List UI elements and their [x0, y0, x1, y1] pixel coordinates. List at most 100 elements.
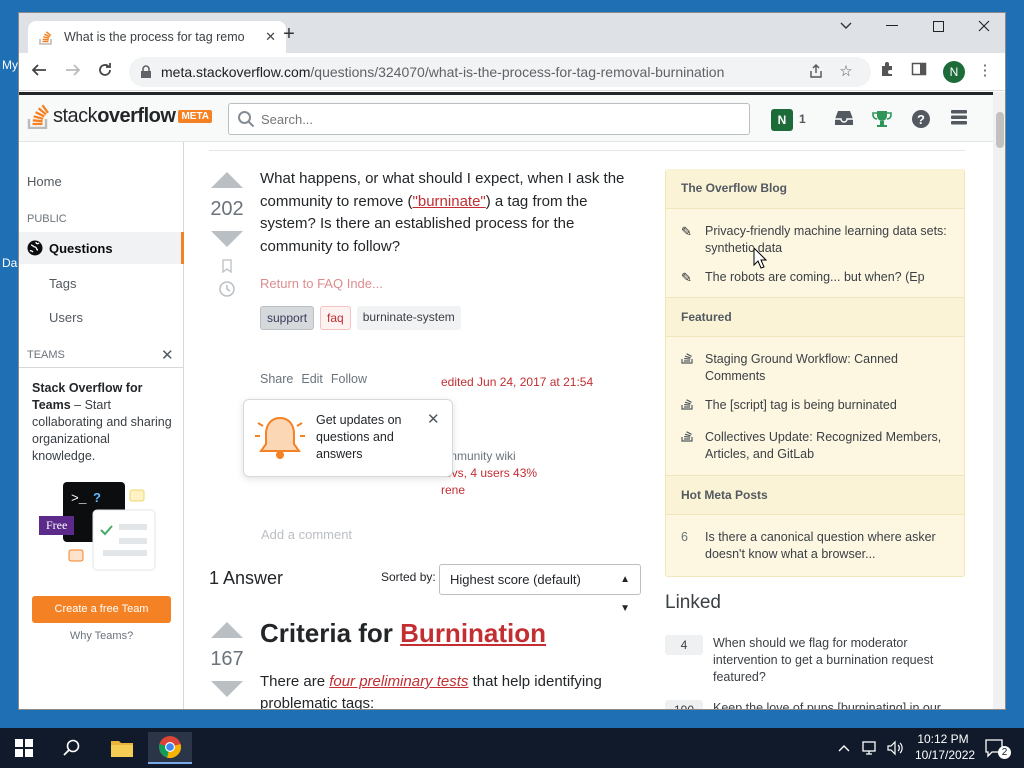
linked-score: 4 [665, 635, 703, 655]
forward-icon[interactable] [61, 61, 85, 83]
so-logo-icon [27, 104, 49, 129]
search-box[interactable] [228, 103, 750, 135]
back-icon[interactable] [27, 61, 51, 83]
nav-teams-heading: TEAMS [27, 349, 65, 361]
close-window-icon[interactable] [961, 13, 1005, 39]
taskbar-search-icon[interactable] [50, 732, 94, 764]
nav-questions[interactable]: Questions [19, 232, 184, 264]
minimize-icon[interactable] [869, 13, 915, 39]
share-icon[interactable] [807, 63, 825, 81]
menu-kebab-icon[interactable]: ⋮ [975, 61, 995, 81]
tag-faq[interactable]: faq [320, 306, 351, 330]
popover-close-icon[interactable]: ✕ [427, 410, 440, 428]
add-comment-link[interactable]: Add a comment [261, 527, 352, 542]
share-link[interactable]: Share [260, 372, 293, 386]
blog-item[interactable]: ✎ Privacy-friendly machine learning data… [681, 223, 953, 257]
featured-item[interactable]: Collectives Update: Recognized Members, … [681, 429, 953, 463]
featured-item[interactable]: The [script] tag is being burninated [681, 397, 953, 414]
tab-bar: What is the process for tag remo ✕ + [19, 13, 1005, 53]
windows-start-icon[interactable] [2, 732, 46, 764]
tab-close-icon[interactable]: ✕ [265, 29, 276, 45]
taskbar-clock[interactable]: 10:12 PM 10/17/2022 [915, 731, 975, 763]
extensions-icon[interactable] [877, 61, 897, 81]
side-panel-icon[interactable] [909, 61, 929, 81]
featured-heading: Featured [666, 297, 964, 337]
volume-icon[interactable] [886, 728, 904, 768]
meta-stack-icon [681, 429, 705, 463]
linked-heading: Linked [665, 592, 721, 613]
file-explorer-icon[interactable] [100, 732, 144, 764]
question-tags: support faq burninate-system [260, 306, 461, 330]
nav-users[interactable]: Users [49, 310, 83, 325]
site-switcher-icon[interactable] [948, 109, 970, 131]
chrome-taskbar-icon[interactable] [148, 732, 192, 764]
teams-close-icon[interactable]: ✕ [161, 346, 174, 364]
overflow-blog-widget: The Overflow Blog ✎ Privacy-friendly mac… [665, 169, 965, 577]
question-vote: 202 [209, 172, 245, 301]
linked-item[interactable]: 190 Keep the love of pups [burninating] … [665, 700, 965, 710]
scrollbar-thumb[interactable] [996, 112, 1004, 148]
faq-index-link[interactable]: Return to FAQ Inde... [260, 276, 383, 291]
new-tab-button[interactable]: + [279, 23, 299, 47]
blog-item[interactable]: ✎ The robots are coming... but when? (Ep [681, 269, 953, 286]
linked-text: Keep the love of pups [burninating] in o… [713, 701, 941, 710]
tray-chevron-icon[interactable] [838, 728, 850, 768]
post-actions: Share Edit Follow [260, 372, 367, 386]
search-icon [238, 111, 255, 128]
follow-link[interactable]: Follow [331, 372, 367, 386]
browser-tab[interactable]: What is the process for tag remo ✕ [28, 21, 286, 53]
nav-tags[interactable]: Tags [49, 276, 76, 291]
meta-stack-icon [681, 397, 705, 414]
help-icon[interactable]: ? [910, 109, 932, 131]
maximize-icon[interactable] [915, 13, 961, 39]
why-teams-link[interactable]: Why Teams? [32, 630, 171, 642]
divider [209, 150, 965, 151]
lock-icon [141, 65, 151, 78]
edited-info[interactable]: edited Jun 24, 2017 at 21:54 [441, 375, 593, 389]
network-icon[interactable] [862, 728, 880, 768]
profile-avatar[interactable]: N [943, 61, 965, 83]
select-caret-icon: ▲ ▼ [620, 574, 630, 614]
edit-link[interactable]: Edit [301, 372, 323, 386]
so-logo[interactable]: stackoverflow META [27, 103, 213, 129]
mouse-cursor-icon [753, 247, 767, 269]
burnination-link[interactable]: Burnination [400, 618, 546, 648]
tab-search-icon[interactable] [823, 13, 869, 39]
pencil-icon: ✎ [681, 224, 692, 239]
reload-icon[interactable] [93, 61, 117, 83]
page-scrollbar[interactable] [993, 92, 1005, 709]
svg-text:?: ? [917, 112, 925, 127]
meta-stack-icon [681, 351, 705, 385]
globe-icon [27, 240, 43, 256]
answer-downvote-icon[interactable] [211, 681, 243, 697]
tag-burninate-system[interactable]: burninate-system [356, 306, 461, 330]
tag-support[interactable]: support [260, 306, 315, 330]
preliminary-tests-link[interactable]: four preliminary tests [329, 673, 468, 690]
answer-upvote-icon[interactable] [211, 622, 243, 638]
burninate-link[interactable]: "burninate" [413, 193, 486, 210]
answer-heading-text: Criteria for [260, 618, 401, 648]
wiki-revs[interactable]: revs, 4 users 43% [441, 465, 537, 482]
downvote-icon[interactable] [211, 231, 243, 247]
nav-home[interactable]: Home [27, 174, 62, 189]
omnibox[interactable]: meta.stackoverflow.com/questions/324070/… [129, 57, 871, 87]
hot-meta-item[interactable]: 6 Is there a canonical question where as… [681, 529, 953, 563]
main-content: 202 What happens, or what should I expec… [209, 142, 965, 709]
bookmark-star-icon[interactable]: ☆ [837, 63, 855, 81]
bookmark-icon[interactable] [209, 259, 245, 276]
inbox-icon[interactable] [833, 109, 855, 131]
answer-score: 167 [210, 648, 244, 670]
upvote-icon[interactable] [211, 172, 243, 188]
user-avatar[interactable]: N [771, 109, 793, 131]
wiki-user[interactable]: rene [441, 482, 537, 499]
notifications-icon[interactable]: 2 [984, 728, 1011, 768]
achievements-trophy-icon[interactable] [871, 109, 893, 131]
history-icon[interactable] [209, 280, 245, 301]
sort-select[interactable]: Highest score (default) ▲ ▼ [439, 564, 641, 614]
teams-promo: Stack Overflow for Teams – Start collabo… [19, 367, 184, 652]
linked-item[interactable]: 4 When should we flag for moderator inte… [665, 635, 965, 686]
hot-meta-text: Is there a canonical question where aske… [705, 530, 936, 561]
featured-item[interactable]: Staging Ground Workflow: Canned Comments [681, 351, 953, 385]
create-team-button[interactable]: Create a free Team [32, 596, 171, 623]
search-input[interactable] [261, 111, 741, 127]
